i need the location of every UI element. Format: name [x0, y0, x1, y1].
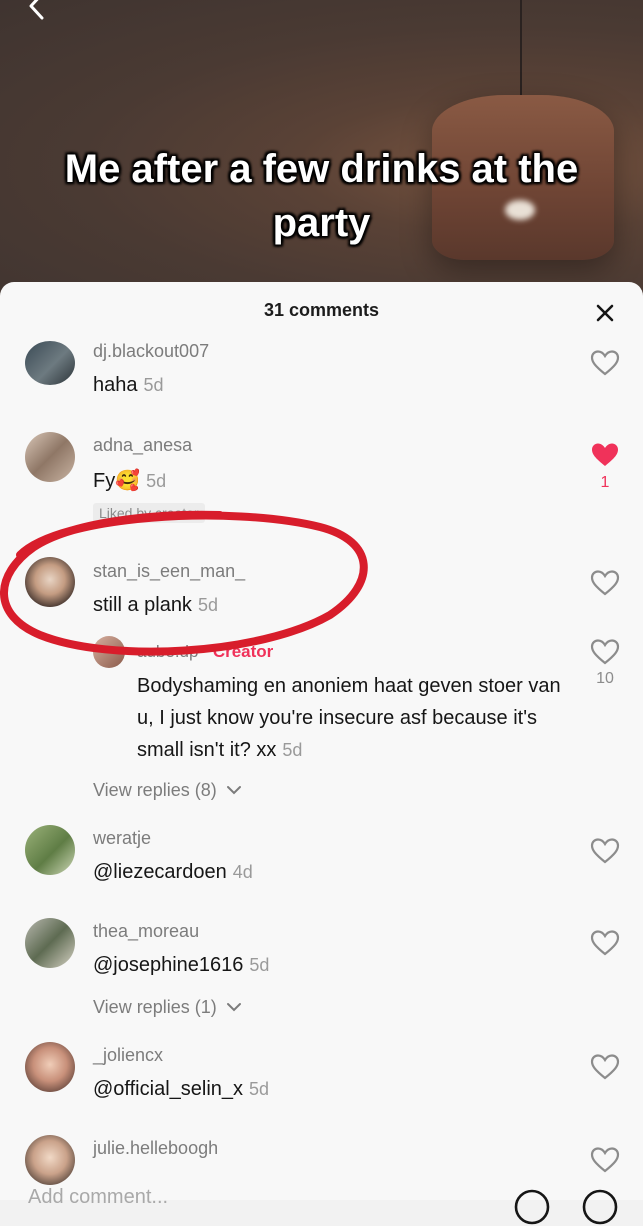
chevron-down-icon	[226, 786, 241, 795]
heart-outline-icon[interactable]	[590, 349, 620, 377]
reply-avatar[interactable]	[93, 636, 125, 668]
avatar[interactable]	[25, 825, 75, 875]
comment-body: @official_selin_x	[93, 1078, 244, 1100]
avatar[interactable]	[25, 1135, 75, 1185]
comment-text: haha 5d	[93, 374, 164, 397]
like-count: 1	[600, 474, 610, 491]
comment-username[interactable]: weratje	[93, 828, 151, 849]
heart-outline-icon[interactable]	[590, 1053, 620, 1081]
heart-outline-icon[interactable]	[590, 1146, 620, 1174]
avatar[interactable]	[25, 918, 75, 968]
heart-filled-icon[interactable]	[590, 441, 620, 469]
like-count: 10	[596, 670, 614, 687]
reply-time: 5d	[282, 740, 303, 760]
comment-count-title: 31 comments	[263, 300, 380, 320]
comment-time: 5d	[249, 955, 270, 975]
avatar[interactable]	[25, 432, 75, 482]
reply-body: Bodyshaming en anoniem haat geven stoer …	[137, 675, 561, 761]
creator-label: · Creator	[202, 642, 274, 661]
view-replies-label: View replies (8)	[93, 780, 217, 800]
comment-body: still a plank	[93, 594, 192, 616]
comment-username[interactable]: julie.helleboogh	[93, 1138, 218, 1159]
comment-text: @official_selin_x 5d	[93, 1078, 269, 1101]
back-chevron-icon[interactable]	[22, 0, 52, 22]
avatar[interactable]	[25, 341, 75, 385]
comment-time: 5d	[249, 1079, 270, 1099]
comment-time: 5d	[143, 375, 164, 395]
video-preview: Me after a few drinks at the party	[0, 0, 643, 300]
comment-username[interactable]: _joliencx	[93, 1045, 163, 1066]
comment-text: @josephine1616 5d	[93, 954, 269, 977]
chevron-down-icon	[226, 1003, 241, 1012]
comment-time: 5d	[146, 471, 167, 491]
heart-outline-icon[interactable]	[590, 638, 620, 666]
add-comment-input[interactable]: Add comment...	[28, 1186, 168, 1209]
close-icon[interactable]	[592, 300, 618, 326]
emoji-icon[interactable]	[581, 1188, 619, 1226]
view-replies-label: View replies (1)	[93, 997, 217, 1017]
comment-body: haha	[93, 374, 138, 396]
liked-by-creator-badge: Liked by creator	[93, 503, 205, 523]
comment-body: @josephine1616	[93, 954, 244, 976]
reply-author[interactable]: aube.dp	[137, 642, 198, 661]
comment-username[interactable]: stan_is_een_man_	[93, 561, 245, 582]
comment-time: 4d	[232, 862, 253, 882]
comment-body: @liezecardoen	[93, 861, 227, 883]
heart-outline-icon[interactable]	[590, 569, 620, 597]
comment-text: still a plank 5d	[93, 594, 218, 617]
comment-text: Fy🥰 5d	[93, 468, 166, 493]
comment-username[interactable]: adna_anesa	[93, 435, 192, 456]
comment-time: 5d	[197, 595, 218, 615]
comment-body: Fy🥰	[93, 470, 141, 492]
heart-outline-icon[interactable]	[590, 929, 620, 957]
avatar[interactable]	[25, 557, 75, 607]
reply-text: Bodyshaming en anoniem haat geven stoer …	[137, 670, 577, 766]
comment-text: @liezecardoen 4d	[93, 861, 253, 884]
view-replies-button[interactable]: View replies (8)	[93, 780, 242, 801]
reply-username: aube.dp · Creator	[137, 642, 273, 662]
comment-username[interactable]: thea_moreau	[93, 921, 199, 942]
view-replies-button[interactable]: View replies (1)	[93, 997, 242, 1018]
video-caption: Me after a few drinks at the party	[64, 147, 579, 245]
heart-outline-icon[interactable]	[590, 837, 620, 865]
at-mention-icon[interactable]	[513, 1188, 551, 1226]
comment-username[interactable]: dj.blackout007	[93, 341, 209, 362]
lamp-cord	[520, 0, 522, 100]
avatar[interactable]	[25, 1042, 75, 1092]
